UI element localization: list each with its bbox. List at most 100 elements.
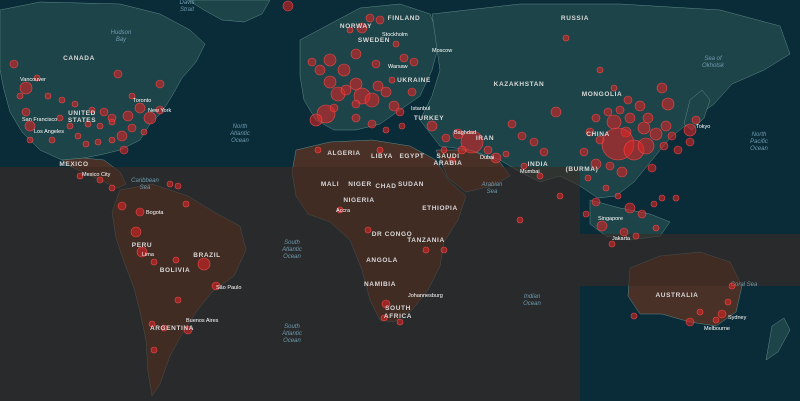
- case-marker[interactable]: [96, 122, 104, 130]
- case-marker[interactable]: [602, 184, 610, 192]
- case-marker[interactable]: [119, 145, 129, 155]
- case-marker[interactable]: [19, 81, 33, 95]
- case-marker[interactable]: [550, 106, 562, 118]
- case-marker[interactable]: [108, 184, 116, 192]
- case-marker[interactable]: [140, 128, 148, 136]
- case-marker[interactable]: [637, 137, 655, 155]
- case-marker[interactable]: [56, 114, 64, 122]
- case-marker[interactable]: [691, 115, 701, 125]
- case-marker[interactable]: [282, 0, 294, 12]
- case-marker[interactable]: [364, 226, 372, 234]
- case-marker[interactable]: [337, 63, 351, 77]
- case-marker[interactable]: [584, 174, 592, 182]
- case-marker[interactable]: [16, 92, 24, 100]
- case-marker[interactable]: [502, 150, 510, 158]
- case-marker[interactable]: [516, 216, 524, 224]
- case-marker[interactable]: [155, 79, 165, 89]
- case-marker[interactable]: [150, 346, 158, 354]
- case-marker[interactable]: [197, 257, 211, 271]
- case-marker[interactable]: [483, 145, 493, 155]
- map-canvas[interactable]: Hudson Bay Davis Strait North Atlantic Ocean…: [0, 0, 800, 401]
- case-marker[interactable]: [399, 53, 409, 63]
- case-marker[interactable]: [619, 227, 629, 237]
- case-marker[interactable]: [630, 312, 638, 320]
- case-marker[interactable]: [724, 298, 732, 306]
- case-marker[interactable]: [371, 59, 381, 69]
- case-marker[interactable]: [398, 122, 406, 130]
- case-marker[interactable]: [605, 161, 615, 171]
- case-marker[interactable]: [395, 107, 405, 117]
- case-marker[interactable]: [441, 133, 451, 143]
- case-marker[interactable]: [603, 107, 613, 117]
- case-marker[interactable]: [632, 232, 640, 240]
- case-marker[interactable]: [74, 132, 82, 140]
- case-marker[interactable]: [685, 317, 695, 327]
- case-marker[interactable]: [440, 246, 448, 254]
- case-marker[interactable]: [364, 92, 380, 108]
- case-marker[interactable]: [637, 209, 647, 219]
- case-marker[interactable]: [309, 113, 323, 127]
- case-marker[interactable]: [113, 69, 123, 79]
- case-marker[interactable]: [150, 258, 158, 266]
- case-marker[interactable]: [329, 103, 339, 113]
- case-marker[interactable]: [108, 118, 116, 126]
- case-marker[interactable]: [166, 180, 174, 188]
- case-marker[interactable]: [672, 194, 680, 202]
- case-marker[interactable]: [685, 137, 695, 147]
- case-marker[interactable]: [351, 99, 361, 109]
- case-marker[interactable]: [659, 141, 669, 151]
- case-marker[interactable]: [174, 296, 182, 304]
- case-marker[interactable]: [658, 194, 666, 202]
- case-marker[interactable]: [71, 100, 79, 108]
- case-marker[interactable]: [99, 107, 109, 117]
- case-marker[interactable]: [539, 147, 549, 157]
- case-marker[interactable]: [314, 64, 326, 76]
- case-marker[interactable]: [130, 226, 142, 238]
- case-marker[interactable]: [615, 105, 625, 115]
- case-marker[interactable]: [26, 136, 34, 144]
- case-marker[interactable]: [314, 146, 322, 154]
- case-marker[interactable]: [122, 110, 134, 122]
- case-marker[interactable]: [614, 192, 622, 200]
- case-marker[interactable]: [174, 182, 182, 190]
- case-marker[interactable]: [9, 59, 19, 69]
- case-marker[interactable]: [649, 127, 663, 141]
- case-marker[interactable]: [135, 207, 145, 217]
- case-marker[interactable]: [351, 113, 361, 123]
- case-marker[interactable]: [623, 95, 633, 105]
- case-marker[interactable]: [650, 200, 658, 208]
- case-marker[interactable]: [375, 15, 385, 25]
- case-marker[interactable]: [696, 308, 704, 316]
- case-marker[interactable]: [683, 123, 697, 137]
- case-marker[interactable]: [647, 163, 657, 173]
- case-marker[interactable]: [407, 87, 417, 97]
- case-marker[interactable]: [134, 102, 146, 114]
- case-marker[interactable]: [382, 126, 390, 134]
- case-marker[interactable]: [582, 210, 590, 218]
- case-marker[interactable]: [728, 282, 736, 290]
- case-marker[interactable]: [637, 121, 651, 135]
- case-marker[interactable]: [596, 66, 604, 74]
- case-marker[interactable]: [58, 96, 66, 104]
- case-marker[interactable]: [624, 112, 636, 124]
- case-marker[interactable]: [562, 34, 570, 42]
- case-marker[interactable]: [350, 48, 362, 60]
- case-marker[interactable]: [108, 136, 116, 144]
- case-marker[interactable]: [642, 112, 654, 124]
- case-marker[interactable]: [117, 201, 127, 211]
- case-marker[interactable]: [517, 131, 527, 141]
- case-marker[interactable]: [426, 120, 438, 132]
- case-marker[interactable]: [409, 57, 419, 67]
- case-marker[interactable]: [712, 316, 720, 324]
- case-marker[interactable]: [367, 119, 377, 129]
- case-marker[interactable]: [661, 97, 675, 111]
- world-map[interactable]: Hudson Bay Davis Strait North Atlantic Ocean…: [0, 0, 800, 401]
- case-marker[interactable]: [591, 113, 601, 123]
- case-marker[interactable]: [529, 137, 539, 147]
- case-marker[interactable]: [717, 309, 727, 319]
- case-marker[interactable]: [507, 119, 517, 129]
- case-marker[interactable]: [307, 57, 317, 67]
- case-marker[interactable]: [591, 197, 601, 207]
- case-marker[interactable]: [634, 100, 646, 112]
- case-marker[interactable]: [422, 246, 430, 254]
